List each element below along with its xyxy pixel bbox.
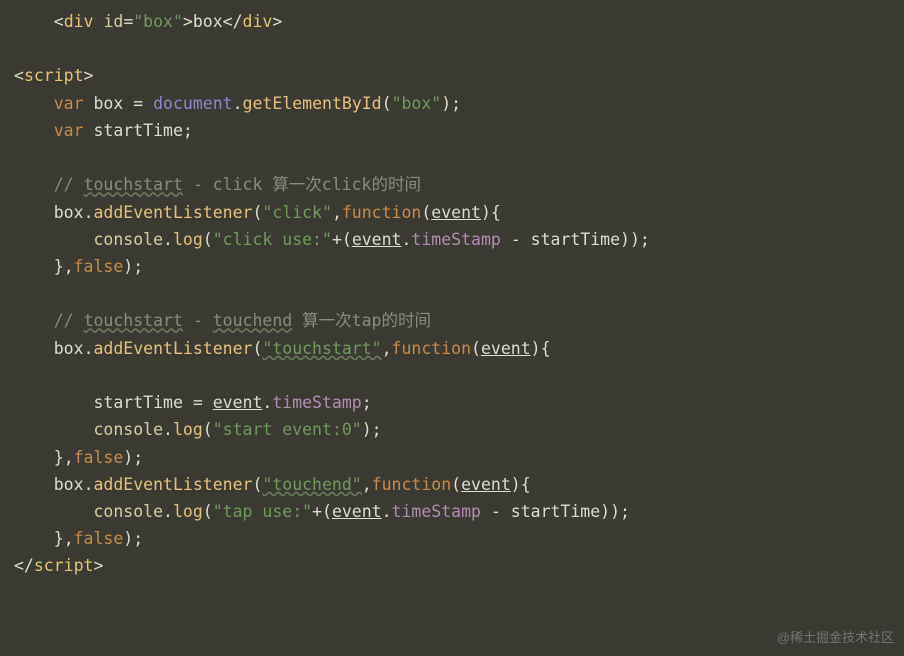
tag-script-close: script [34,556,94,575]
watermark: @稀土掘金技术社区 [777,627,894,648]
tag-div: div [64,12,94,31]
tag-script-open: script [24,66,84,85]
code-block: <div id="box">box</div> <script> var box… [0,0,904,588]
